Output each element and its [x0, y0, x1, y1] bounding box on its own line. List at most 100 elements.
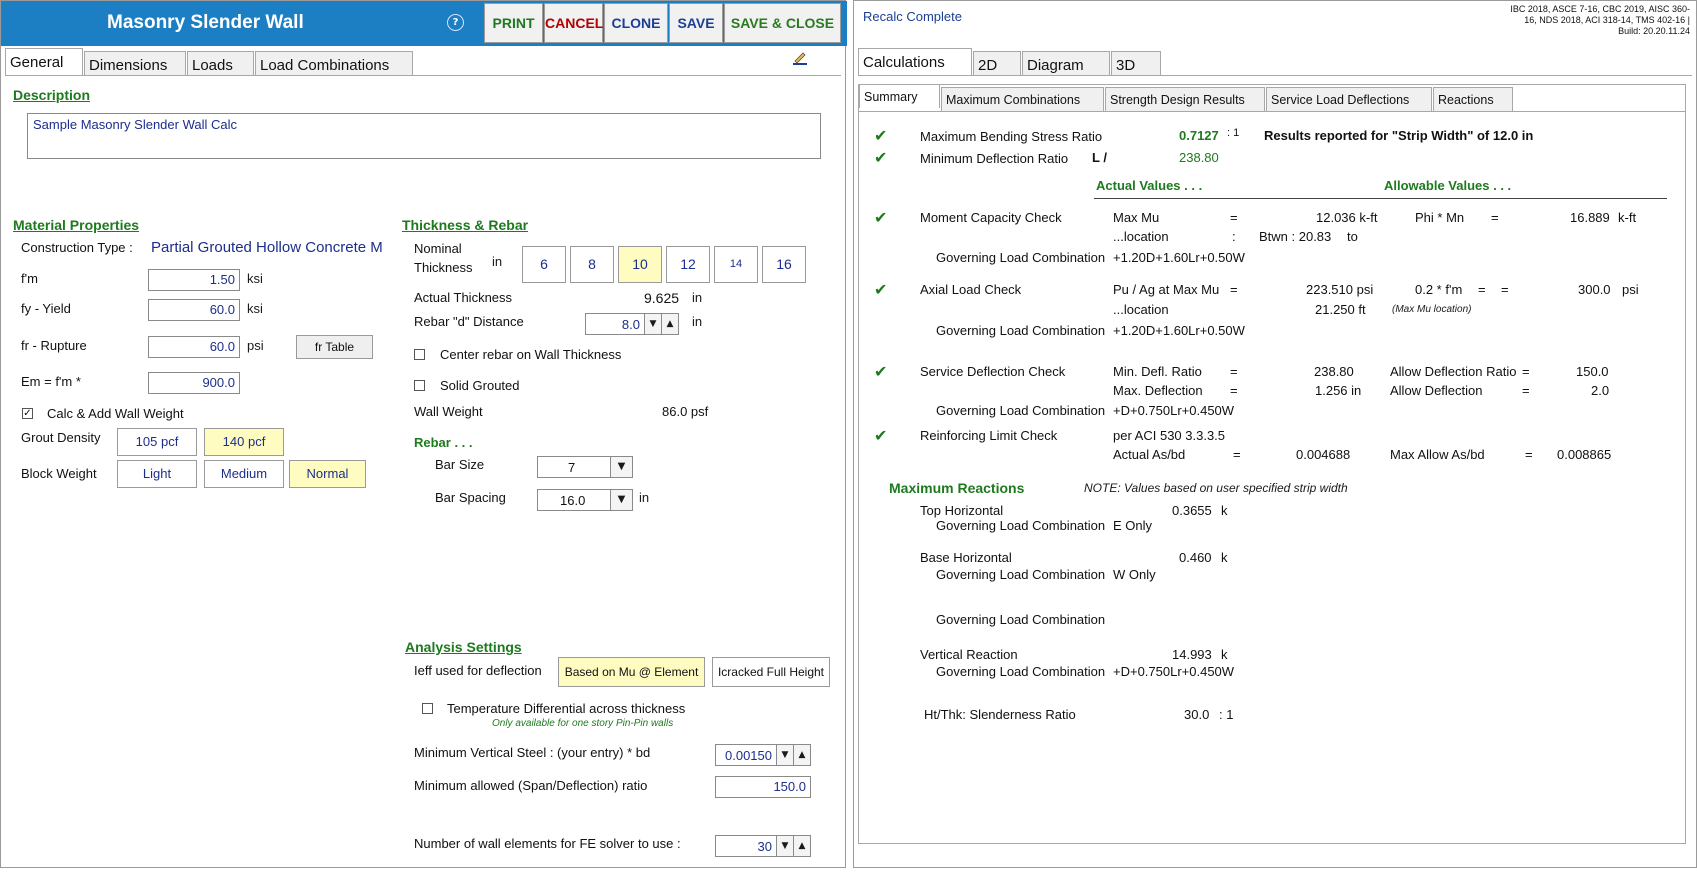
chevron-up-icon[interactable]: ▲: [793, 745, 810, 765]
calc-wall-weight-checkbox[interactable]: ✓: [22, 408, 33, 419]
bar-spacing-select[interactable]: 16.0 ▼: [537, 489, 633, 511]
ieff-icracked-button[interactable]: Icracked Full Height: [712, 657, 830, 687]
rebar-d-stepper[interactable]: 8.0 ▼ ▲: [585, 313, 679, 335]
rebar-d-unit: in: [692, 314, 703, 329]
actual-thickness-label: Actual Thickness: [414, 290, 513, 305]
subtab-strength-design-results[interactable]: Strength Design Results: [1105, 87, 1265, 111]
grout-105-button[interactable]: 105 pcf: [117, 428, 197, 456]
solid-grouted-checkbox[interactable]: [414, 380, 425, 391]
check-icon: ✔: [874, 426, 888, 445]
bar-spacing-label: Bar Spacing: [435, 490, 506, 505]
subtab-divider: [859, 111, 1685, 112]
nominal-unit: in: [492, 254, 503, 269]
right-tab-divider: [858, 75, 1692, 76]
block-light-button[interactable]: Light: [117, 460, 197, 488]
thickness-12-button[interactable]: 12: [666, 246, 710, 283]
thickness-14-button[interactable]: 14: [714, 246, 758, 283]
phi-mn-unit: k-ft: [1618, 210, 1637, 225]
max-asbd-label: Max Allow As/bd: [1390, 447, 1485, 462]
top-gov-label: Governing Load Combination: [936, 518, 1106, 533]
fy-input[interactable]: 60.0: [148, 299, 240, 321]
save-button[interactable]: SAVE: [669, 3, 723, 43]
tab-general[interactable]: General: [5, 48, 83, 75]
print-button[interactable]: PRINT: [484, 3, 543, 43]
temperature-differential-checkbox[interactable]: [422, 703, 433, 714]
wall-weight-value: 86.0 psf: [662, 404, 709, 419]
chevron-down-icon[interactable]: ▼: [776, 836, 793, 856]
min-vertical-steel-stepper[interactable]: 0.00150 ▼ ▲: [715, 744, 811, 766]
subtab-summary[interactable]: Summary: [859, 84, 940, 108]
fr-input[interactable]: 60.0: [148, 336, 240, 358]
center-rebar-checkbox[interactable]: [414, 349, 425, 360]
chevron-down-icon[interactable]: ▼: [776, 745, 793, 765]
codes-line-1: IBC 2018, ASCE 7-16, CBC 2019, AISC 360-: [1510, 4, 1690, 14]
tab-dimensions[interactable]: Dimensions: [84, 51, 186, 75]
chevron-up-icon[interactable]: ▲: [793, 836, 810, 856]
material-properties-title: Material Properties: [13, 217, 140, 233]
construction-type-value[interactable]: Partial Grouted Hollow Concrete M: [151, 239, 383, 256]
cancel-button[interactable]: CANCEL: [544, 3, 603, 43]
subtab-reactions[interactable]: Reactions: [1433, 87, 1513, 111]
rebar-d-value: 8.0: [621, 317, 640, 332]
base-horizontal-value: 0.460: [1179, 550, 1212, 565]
vertical-reaction-label: Vertical Reaction: [920, 647, 1018, 662]
service-deflection-label: Service Deflection Check: [920, 364, 1066, 379]
equals-sign: =: [1230, 210, 1238, 225]
chevron-down-icon[interactable]: ▼: [610, 490, 632, 510]
thickness-16-button[interactable]: 16: [762, 246, 806, 283]
edit-pencil-icon[interactable]: [791, 49, 809, 67]
save-close-button[interactable]: SAVE & CLOSE: [724, 3, 841, 43]
app-title: Masonry Slender Wall: [107, 12, 304, 33]
thickness-6-button[interactable]: 6: [522, 246, 566, 283]
base-horizontal-unit: k: [1221, 550, 1228, 565]
left-tabs: General Dimensions Loads Load Combinatio…: [5, 48, 414, 75]
check-icon: ✔: [874, 148, 888, 167]
min-vertical-steel-value: 0.00150: [725, 748, 772, 763]
axial-gov-value: +1.20D+1.60Lr+0.50W: [1113, 323, 1245, 338]
min-defl-ratio-value: 238.80: [1314, 364, 1354, 379]
analysis-settings-title: Analysis Settings: [405, 639, 522, 655]
subtab-service-load-deflections[interactable]: Service Load Deflections: [1266, 87, 1432, 111]
fm-input[interactable]: 1.50: [148, 269, 240, 291]
tab-loads[interactable]: Loads: [187, 51, 254, 75]
base-gov-value: W Only: [1113, 567, 1156, 582]
block-medium-button[interactable]: Medium: [204, 460, 284, 488]
nominal-label: Nominal: [414, 241, 462, 256]
reactions-note: NOTE: Values based on user specified str…: [1084, 481, 1348, 495]
grout-140-button[interactable]: 140 pcf: [204, 428, 284, 456]
tab-calculations[interactable]: Calculations: [858, 48, 972, 75]
min-deflection-label: Minimum Deflection Ratio: [920, 151, 1069, 166]
clone-button[interactable]: CLONE: [604, 3, 668, 43]
fe-elements-stepper[interactable]: 30 ▼ ▲: [715, 835, 811, 857]
block-weight-label: Block Weight: [21, 466, 97, 481]
min-span-deflection-input[interactable]: 150.0: [715, 776, 811, 798]
check-icon: ✔: [874, 208, 888, 227]
tab-3d[interactable]: 3D: [1111, 51, 1161, 75]
tab-2d[interactable]: 2D: [973, 51, 1021, 75]
top-horizontal-label: Top Horizontal: [920, 503, 1004, 518]
thickness-8-button[interactable]: 8: [570, 246, 614, 283]
chevron-up-icon[interactable]: ▲: [661, 314, 678, 334]
tab-divider: [5, 75, 841, 76]
subtab-maximum-combinations[interactable]: Maximum Combinations: [941, 87, 1104, 111]
bar-size-select[interactable]: 7 ▼: [537, 456, 633, 478]
axial-gov-label: Governing Load Combination: [936, 323, 1106, 338]
max-mu-location-note: (Max Mu location): [1392, 304, 1472, 315]
phi-mn-label: Phi * Mn: [1415, 210, 1465, 225]
chevron-down-icon[interactable]: ▼: [610, 457, 632, 477]
vertical-gov-label: Governing Load Combination: [936, 664, 1106, 679]
moment-location-label: ...location: [1113, 229, 1169, 244]
description-field[interactable]: Sample Masonry Slender Wall Calc: [27, 113, 821, 159]
thickness-10-button[interactable]: 10: [618, 246, 662, 283]
fr-table-button[interactable]: fr Table: [296, 335, 373, 359]
block-normal-button[interactable]: Normal: [289, 460, 366, 488]
ieff-mu-element-button[interactable]: Based on Mu @ Element: [558, 657, 705, 687]
top-gov-value: E Only: [1113, 518, 1153, 533]
em-input[interactable]: 900.0: [148, 372, 240, 394]
tab-load-combinations[interactable]: Load Combinations: [255, 51, 413, 75]
help-icon[interactable]: ?: [447, 14, 464, 31]
chevron-down-icon[interactable]: ▼: [644, 314, 661, 334]
summary-subtabs: Summary Maximum Combinations Strength De…: [859, 84, 1514, 111]
fr-unit: psi: [247, 338, 264, 353]
tab-diagram[interactable]: Diagram: [1022, 51, 1110, 75]
